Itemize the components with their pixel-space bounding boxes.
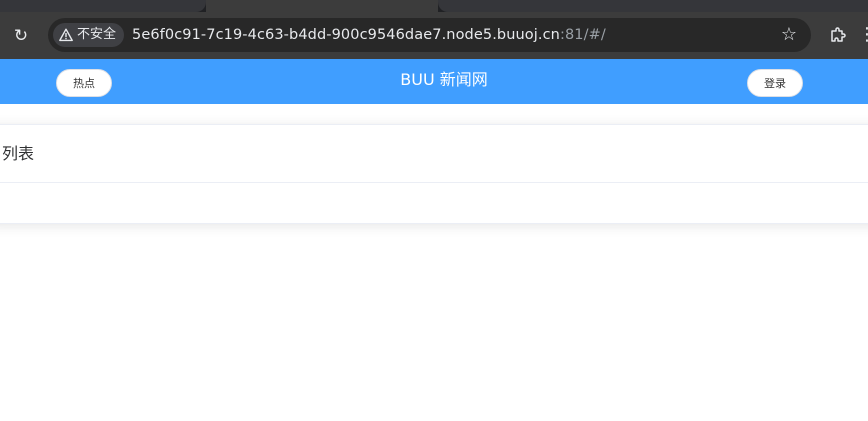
browser-tab[interactable] — [438, 0, 868, 12]
login-button[interactable]: 登录 — [747, 69, 803, 97]
reload-icon[interactable]: ↻ — [8, 23, 34, 49]
kebab-menu-icon[interactable]: ⋮ — [858, 23, 868, 47]
card-title: 列表 — [0, 125, 868, 183]
browser-tab[interactable] — [0, 0, 206, 12]
security-label: 不安全 — [77, 27, 117, 42]
star-icon[interactable]: ☆ — [781, 18, 797, 52]
browser-tab-strip — [0, 0, 868, 12]
url-text[interactable]: 5e6f0c91-7c19-4c63-b4dd-900c9546dae7.nod… — [132, 18, 606, 52]
hot-button[interactable]: 热点 — [56, 69, 112, 97]
url-path: :81/#/ — [559, 27, 606, 43]
url-host: 5e6f0c91-7c19-4c63-b4dd-900c9546dae7.nod… — [132, 27, 560, 43]
site-header: BUU 新闻网 热点 登录 — [0, 59, 868, 104]
warning-icon — [59, 28, 73, 42]
list-card: 列表 — [0, 124, 868, 224]
security-indicator[interactable]: 不安全 — [53, 23, 124, 47]
browser-tab-active[interactable] — [206, 0, 438, 12]
address-bar[interactable]: 不安全 5e6f0c91-7c19-4c63-b4dd-900c9546dae7… — [48, 18, 811, 52]
browser-toolbar: ↻ 不安全 5e6f0c91-7c19-4c63-b4dd-900c9546da… — [0, 12, 868, 59]
site-title: BUU 新闻网 — [400, 70, 488, 89]
puzzle-icon[interactable] — [826, 23, 850, 47]
